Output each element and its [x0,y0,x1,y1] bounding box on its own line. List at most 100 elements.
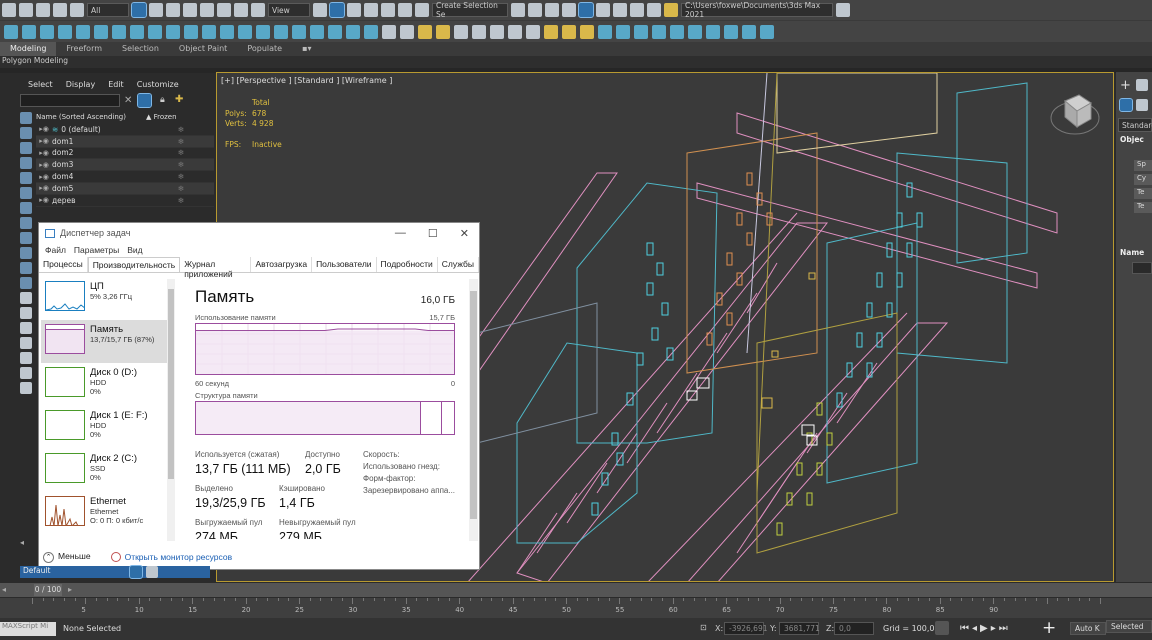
resource-disk-1[interactable]: Диск 1 (E: F:) HDD 0% [41,406,167,449]
geometry-icon[interactable] [1119,98,1133,112]
unlink-icon[interactable] [53,3,67,17]
wire-icon[interactable] [742,24,756,39]
list-item[interactable]: ▸◉ дерев ❄ [36,195,214,207]
y-coordinate[interactable]: 3681,771 [779,622,820,635]
display-cameras-icon[interactable] [20,187,32,199]
sunlight-icon[interactable] [544,24,558,39]
placement-icon[interactable] [251,3,265,17]
rendered-frame-icon[interactable] [647,3,661,17]
folder-icon[interactable] [836,3,850,17]
resource-disk-2[interactable]: Диск 2 (C:) SSD 0% [41,449,167,492]
spacewarp-icon[interactable] [616,24,630,39]
expand-eye-icon[interactable]: ▸◉ [36,137,52,145]
resource-memory[interactable]: Память 13,7/15,7 ГБ (87%) [41,320,167,363]
particle-icon[interactable] [598,24,612,39]
display-bones-icon[interactable] [20,262,32,274]
skylight-icon[interactable] [562,24,576,39]
column-frozen-header[interactable]: ▲ Frozen [146,113,177,124]
expand-eye-icon[interactable]: ▸◉ [36,161,52,169]
list-item[interactable]: ▸◉ dom3 ❄ [36,159,214,172]
tab-populate[interactable]: Populate [237,42,292,56]
menu-file[interactable]: Файл [45,245,66,255]
sphere-icon[interactable] [22,24,36,39]
display-shapes-icon[interactable] [20,157,32,169]
tab-performance[interactable]: Производительность [87,257,181,272]
spinner-snap-icon[interactable] [398,3,412,17]
column-name-header[interactable]: Name (Sorted Ascending) [36,113,146,124]
line-icon[interactable] [310,24,324,39]
timeline-track[interactable]: 5 10 15 20 25 30 35 40 45 50 55 60 65 70 75 80 85 90 [0,598,1152,618]
helper-icon[interactable] [472,24,486,39]
layer-explorer-icon[interactable] [129,565,143,579]
list-item[interactable]: ▸◉ dom5 ❄ [36,182,214,195]
pyramid-icon[interactable] [148,24,162,39]
pivot-icon[interactable] [313,3,327,17]
material-editor-icon[interactable] [613,3,627,17]
redo-icon[interactable] [19,3,33,17]
window-crossing-icon[interactable] [183,3,197,17]
tube-icon[interactable] [112,24,126,39]
cylinder-button[interactable]: Cy [1134,174,1152,185]
rectangle-shape-icon[interactable] [400,24,414,39]
view-cube[interactable] [1050,94,1100,135]
display-frozen-icon[interactable] [20,292,32,304]
tab-details[interactable]: Подробности [377,257,438,272]
lock-icon[interactable]: 🔒︎ [160,95,165,105]
viewport-label[interactable]: [+] [Perspective ] [Standard ] [Wirefram… [221,76,392,85]
tab-services[interactable]: Службы [438,257,479,272]
display-all-icon[interactable] [20,127,32,139]
display-spacewarps-icon[interactable] [20,217,32,229]
filter-icon[interactable] [137,93,152,108]
freeze-icon[interactable]: ❄ [178,160,184,169]
se-search-input[interactable] [20,94,120,107]
playback-controls-icon[interactable]: ⏮◂▶▸⏭ [960,623,1011,634]
text-button[interactable]: Te [1134,202,1152,213]
expand-eye-icon[interactable]: ▸◉ [36,196,52,204]
maximize-icon[interactable]: ☐ [428,227,438,240]
torus-icon[interactable] [58,24,72,39]
display-containers-icon[interactable] [20,277,32,289]
teapot-button[interactable]: Te [1134,188,1152,199]
resource-cpu[interactable]: ЦП 5% 3,26 ГГц [41,277,167,320]
display-hidden-icon[interactable] [20,307,32,319]
chamfer-box-icon[interactable] [238,24,252,39]
teapot-icon[interactable] [76,24,90,39]
shapes-icon[interactable] [1136,99,1148,111]
find-icon[interactable] [20,382,32,394]
project-path-dropdown[interactable]: C:\Users\foxwe\Documents\3ds Max 2021 [681,1,833,19]
select-by-name-icon[interactable] [149,3,163,17]
tab-app-history[interactable]: Журнал приложений [180,257,252,279]
expand-eye-icon[interactable]: ▸◉ [36,125,52,133]
hose-icon[interactable] [292,24,306,39]
scroll-left-icon[interactable]: ◂ [20,538,34,548]
filter-funnel-icon[interactable] [20,367,32,379]
list-item[interactable]: ▸◉ dom2 ❄ [36,148,214,160]
text-plus-icon[interactable] [202,24,216,39]
capsule-shape-icon[interactable] [508,24,522,39]
lock-selection-icon[interactable]: ⊡ [700,623,707,632]
freeze-icon[interactable]: ❄ [178,172,184,181]
teapot-preview-icon[interactable] [382,24,396,39]
create-icon[interactable] [4,24,18,39]
selection-filter-dropdown[interactable]: All [87,3,129,17]
task-manager-titlebar[interactable]: Диспетчер задач — ☐ ✕ [39,223,479,243]
tab-startup[interactable]: Автозагрузка [251,257,313,272]
angle-snap-icon[interactable] [364,3,378,17]
scale-icon[interactable] [234,3,248,17]
arc-icon[interactable] [346,24,360,39]
maxscript-listener[interactable]: MAXScript Mi [0,622,56,636]
freeze-icon[interactable]: ❄ [178,125,184,134]
link-icon[interactable] [36,3,50,17]
render-icon[interactable] [664,3,678,17]
display-lights-icon[interactable] [20,172,32,184]
x-coordinate[interactable]: -3926,691 [724,622,768,635]
omni-light-icon[interactable] [418,24,432,39]
freeze-icon[interactable]: ❄ [178,196,184,205]
plane-icon[interactable] [130,24,144,39]
geosphere-icon[interactable] [166,24,180,39]
display-groups-icon[interactable] [20,232,32,244]
tab-modeling[interactable]: Modeling [0,42,57,56]
box-icon[interactable] [184,24,198,39]
sphere-button[interactable]: Sp [1134,160,1152,171]
auto-key-button[interactable]: Auto K [1070,622,1106,635]
